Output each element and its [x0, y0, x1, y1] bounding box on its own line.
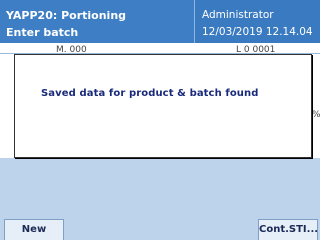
work-area-lower-panel — [0, 158, 320, 218]
header-status-area: Administrator 12/03/2019 12.14.04 — [194, 0, 320, 43]
current-datetime: 12/03/2019 12.14.04 — [202, 26, 313, 38]
current-user: Administrator — [202, 9, 274, 21]
bg-percent-unit: % — [312, 110, 320, 120]
app-title: YAPP20: Portioning — [6, 9, 127, 22]
dialog-message: Saved data for product & batch found — [41, 88, 259, 99]
screen-subtitle: Enter batch — [6, 26, 79, 39]
message-dialog[interactable]: Saved data for product & batch found — [14, 54, 312, 158]
continue-stored-button[interactable]: Cont.STI... — [258, 219, 318, 240]
header-title-area: YAPP20: Portioning Enter batch — [0, 0, 193, 43]
header-bar: YAPP20: Portioning Enter batch Administr… — [0, 0, 320, 43]
new-button[interactable]: New — [4, 219, 64, 240]
